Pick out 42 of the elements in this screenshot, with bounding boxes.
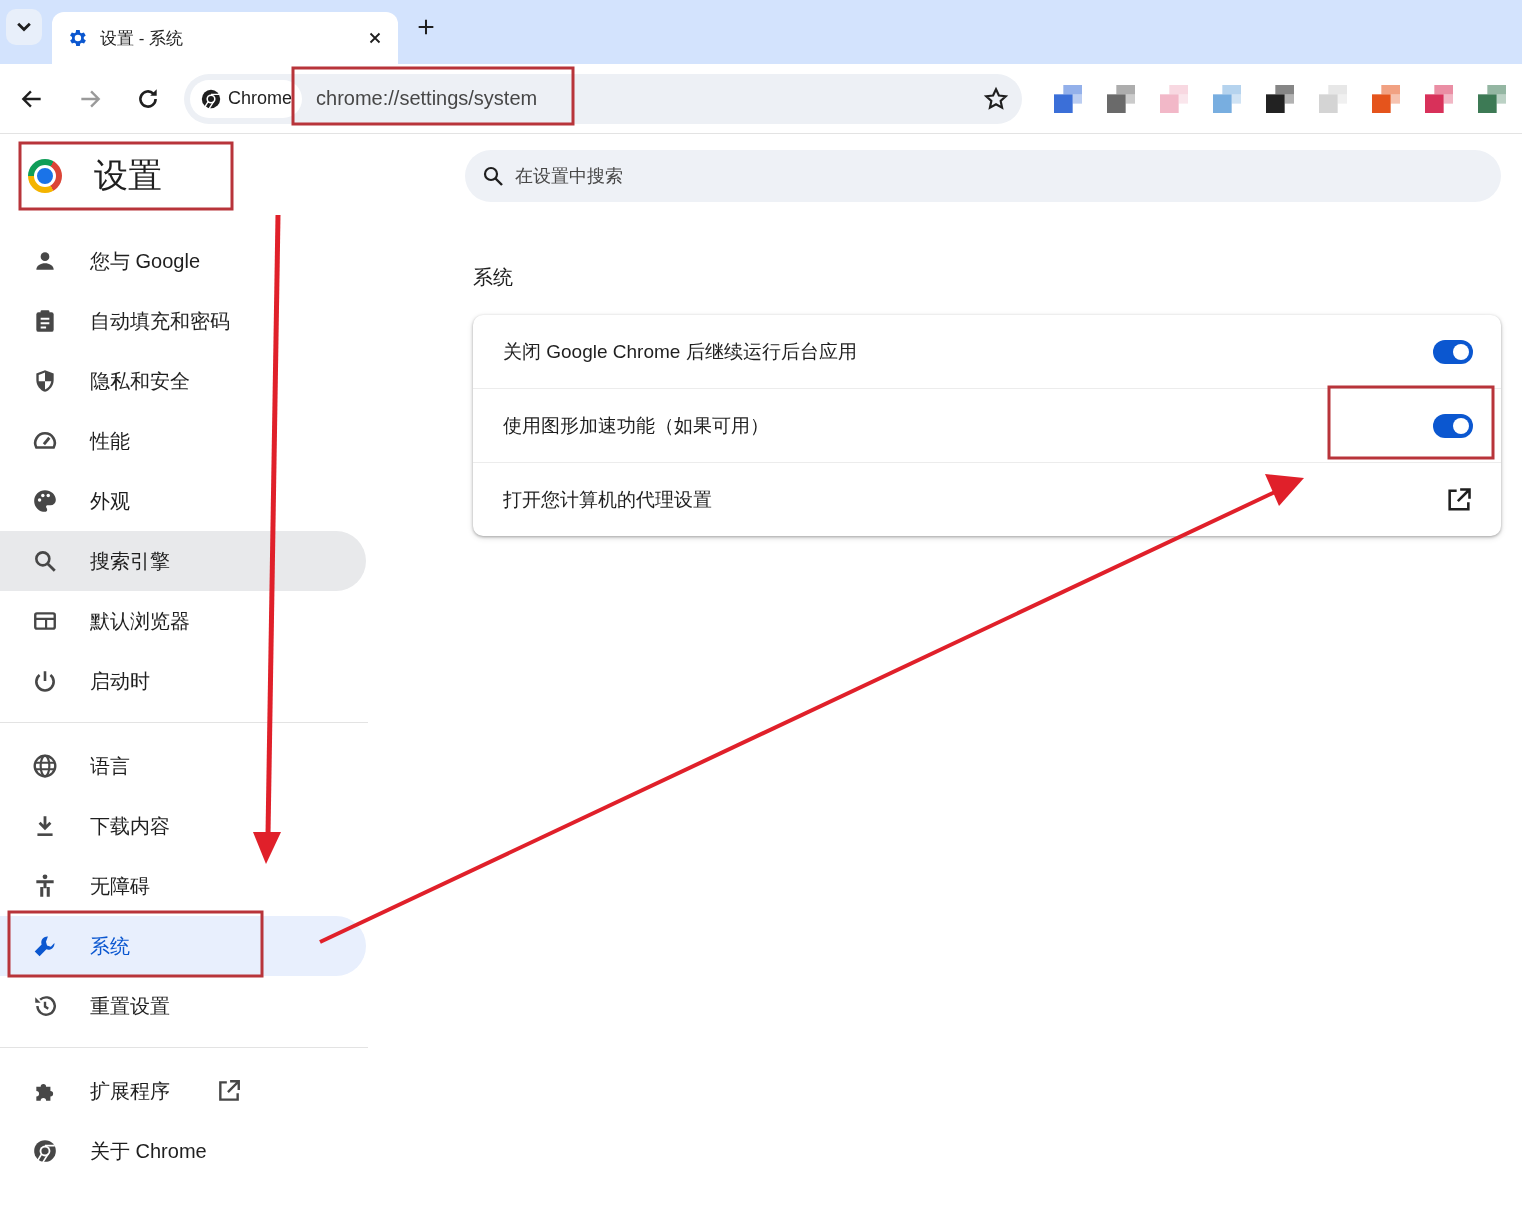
setting-label: 使用图形加速功能（如果可用） [503,413,770,438]
toggle-switch[interactable] [1433,339,1473,364]
tab-title: 设置 - 系统 [100,27,185,50]
chrome-logo-icon [200,87,222,110]
sidebar-item[interactable]: 默认浏览器 [0,591,366,651]
settings-search-field[interactable]: 在设置中搜索 [465,150,1501,202]
settings-title: 设置 [94,155,162,196]
sidebar-item[interactable]: 性能 [0,411,366,471]
sidebar-item[interactable]: 启动时 [0,651,366,711]
sidebar-item[interactable]: 下载内容 [0,796,366,856]
sidebar-item[interactable]: 隐私和安全 [0,351,366,411]
tab-search-button[interactable] [6,9,42,45]
browser-tab[interactable]: 设置 - 系统 [52,12,398,64]
sidebar-item[interactable]: 无障碍 [0,856,366,916]
power-icon [32,668,58,694]
external-link-icon[interactable] [1445,485,1473,514]
chrome-logo-icon [28,159,62,193]
search-icon [481,164,505,188]
history-icon [32,993,58,1019]
setting-label: 打开您计算机的代理设置 [503,487,713,512]
sidebar-item[interactable]: 自动填充和密码 [0,291,366,351]
sidebar-item[interactable]: 系统 [0,916,366,976]
star-icon[interactable] [983,85,1009,112]
chrome-logo-icon [32,1138,58,1164]
sidebar-item[interactable]: 搜索引擎 [0,531,366,591]
address-bar[interactable]: Chrome chrome://settings/system [184,73,1022,124]
sidebar-item[interactable]: 语言 [0,736,366,796]
site-chip[interactable]: Chrome [190,79,303,118]
globe-icon [32,753,58,779]
chevron-down-icon [17,22,31,32]
search-icon [32,548,58,574]
url-text: chrome://settings/system [315,87,539,110]
section-title: 系统 [473,265,514,290]
sidebar-item[interactable]: 扩展程序 [0,1061,366,1121]
sidebar-item[interactable]: 您与 Google [0,231,366,291]
setting-label: 关闭 Google Chrome 后继续运行后台应用 [503,339,858,364]
sidebar-item[interactable]: 关于 Chrome [0,1121,366,1181]
sidebar-item[interactable]: 外观 [0,471,366,531]
toggle-switch[interactable] [1433,413,1473,438]
sidebar-item[interactable]: 重置设置 [0,976,366,1036]
palette-icon [32,488,58,514]
pixelated-extension-icon[interactable] [1266,84,1294,113]
